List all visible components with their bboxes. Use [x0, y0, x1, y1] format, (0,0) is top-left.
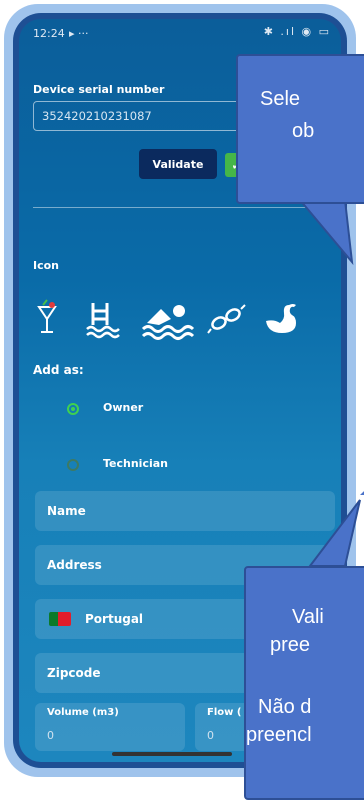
top-callout-line-1: Sele	[260, 88, 301, 110]
bottom-callout-line-2: pree	[270, 634, 311, 656]
bottom-callout-line-5: preencl	[246, 724, 312, 746]
top-callout-line-2: ob	[292, 120, 315, 142]
top-callout-box: Sele ob	[236, 54, 364, 204]
bottom-callout-line-4: Não d	[258, 696, 312, 718]
bottom-callout-line-1: Vali	[292, 606, 324, 628]
bottom-callout-box: Vali pree Não d preencl	[244, 566, 364, 800]
